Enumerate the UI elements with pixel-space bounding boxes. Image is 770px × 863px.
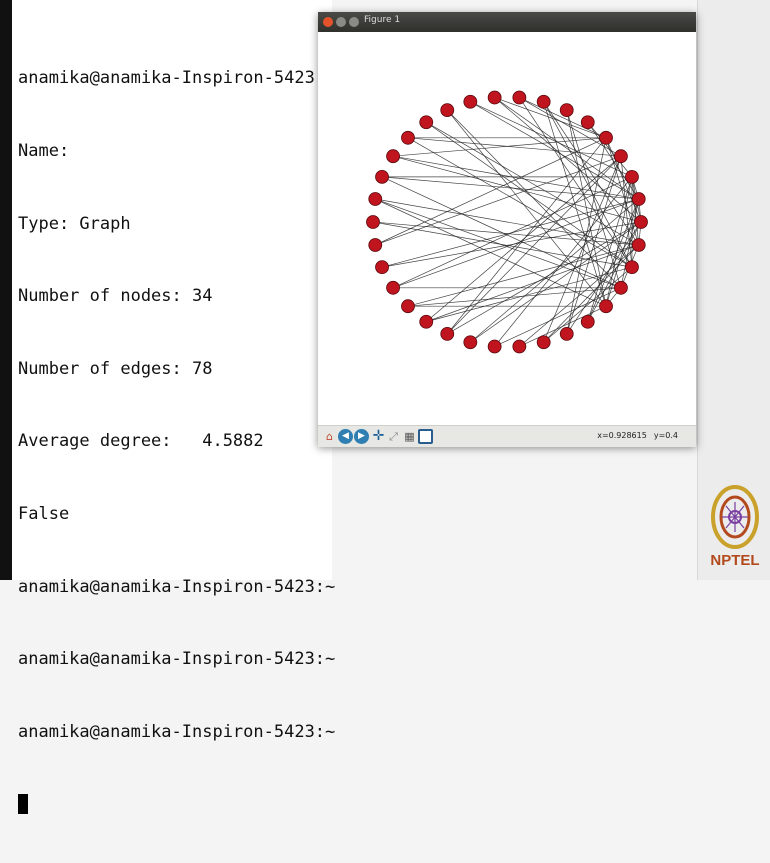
graph-edge (543, 101, 607, 307)
graph-node (463, 335, 478, 350)
forward-icon[interactable]: ▶ (354, 429, 369, 444)
graph-node (419, 115, 434, 130)
graph-node (368, 238, 383, 252)
graph-node (634, 215, 648, 229)
terminal-line-type: Type: Graph (18, 213, 131, 234)
graph-node (625, 260, 639, 275)
plot-canvas[interactable] (318, 32, 696, 425)
graph-node (440, 103, 455, 118)
window-title: Figure 1 (364, 15, 401, 25)
pan-icon[interactable]: ✛ (371, 429, 386, 444)
graph-node (614, 149, 628, 164)
graph-node (487, 90, 502, 105)
graph-node (366, 215, 380, 229)
graph-node (625, 169, 639, 184)
graph-node (580, 115, 595, 130)
terminal-window[interactable]: anamika@anamika-Inspiron-5423:~ Name: Ty… (12, 0, 335, 815)
graph-node (512, 90, 527, 105)
graph-node (599, 299, 613, 314)
home-icon[interactable]: ⌂ (322, 429, 337, 444)
nptel-emblem-icon (711, 485, 759, 549)
graph-node (536, 335, 551, 350)
graph-node (419, 314, 434, 329)
close-button[interactable] (323, 17, 333, 27)
graph-edge (392, 176, 633, 289)
graph-edge (381, 176, 622, 289)
terminal-line-prompt: anamika@anamika-Inspiron-5423:~ (18, 576, 336, 597)
graph-edge (426, 266, 633, 323)
terminal-line-edges: Number of edges: 78 (18, 358, 213, 379)
nptel-wordmark: NPTEL (710, 552, 760, 569)
cursor-coordinates: x=0.928615 y=0.4 (597, 431, 678, 440)
terminal-line-nodes: Number of nodes: 34 (18, 286, 213, 307)
graph-node (631, 238, 646, 252)
graph-edge (407, 137, 621, 157)
graph-edge (372, 221, 639, 246)
terminal-line-false: False (18, 503, 70, 524)
graph-node (599, 130, 613, 145)
graph-node (375, 169, 389, 184)
graph-edge (494, 176, 633, 347)
graph-node (631, 192, 646, 206)
graph-node (375, 260, 389, 275)
graph-node (386, 149, 400, 164)
graph-node (559, 103, 574, 118)
graph-plot (366, 90, 648, 354)
terminal-line-prompt: anamika@anamika-Inspiron-5423:~ (18, 649, 336, 670)
graph-node (559, 326, 574, 341)
terminal-line-degree: Average degree: 4.5882 (18, 431, 264, 452)
graph-node (463, 94, 478, 109)
graph-edge (446, 137, 607, 335)
terminal-cursor[interactable] (18, 794, 28, 815)
terminal-line-prompt: anamika@anamika-Inspiron-5423:~ (18, 721, 336, 742)
graph-node (512, 339, 527, 354)
figure-titlebar[interactable]: Figure 1 (318, 12, 696, 32)
nptel-logo: NPTEL (704, 484, 766, 576)
minimize-button[interactable] (336, 17, 346, 27)
maximize-button[interactable] (349, 17, 359, 27)
graph-edge (494, 287, 622, 347)
save-icon[interactable] (418, 429, 433, 444)
desktop-screen: anamika@anamika-Inspiron-5423:~ Name: Ty… (0, 0, 770, 815)
graph-edge (447, 155, 622, 335)
terminal-line-name: Name: (18, 141, 70, 161)
figure-window[interactable]: Figure 1 ⌂ ◀ ▶ ✛ ⤢ ▦ x=0.928615 y=0.4 (318, 12, 696, 447)
graph-edge (375, 137, 607, 246)
terminal-line-prompt: anamika@anamika-Inspiron-5423:~ (18, 68, 336, 89)
configure-icon[interactable]: ▦ (402, 429, 417, 444)
graph-node (487, 339, 502, 354)
zoom-icon[interactable]: ⤢ (386, 429, 401, 444)
graph-node (614, 280, 628, 295)
graph-edge (375, 198, 622, 289)
screen-left-edge (0, 0, 12, 580)
graph-node (368, 192, 383, 206)
back-icon[interactable]: ◀ (338, 429, 353, 444)
graph-node (401, 130, 415, 145)
graph-edge (543, 266, 633, 343)
graph-edge (382, 176, 639, 200)
coord-y: y=0.4 (653, 431, 678, 440)
coord-x: x=0.928615 (597, 431, 647, 440)
graph-node (386, 280, 400, 295)
graph-node (580, 314, 595, 329)
graph-node (401, 299, 415, 314)
graph-node (536, 94, 551, 109)
graph-node (440, 326, 455, 341)
figure-toolbar: ⌂ ◀ ▶ ✛ ⤢ ▦ x=0.928615 y=0.4 (318, 425, 696, 447)
terminal-output: anamika@anamika-Inspiron-5423:~ Name: Ty… (18, 18, 335, 863)
